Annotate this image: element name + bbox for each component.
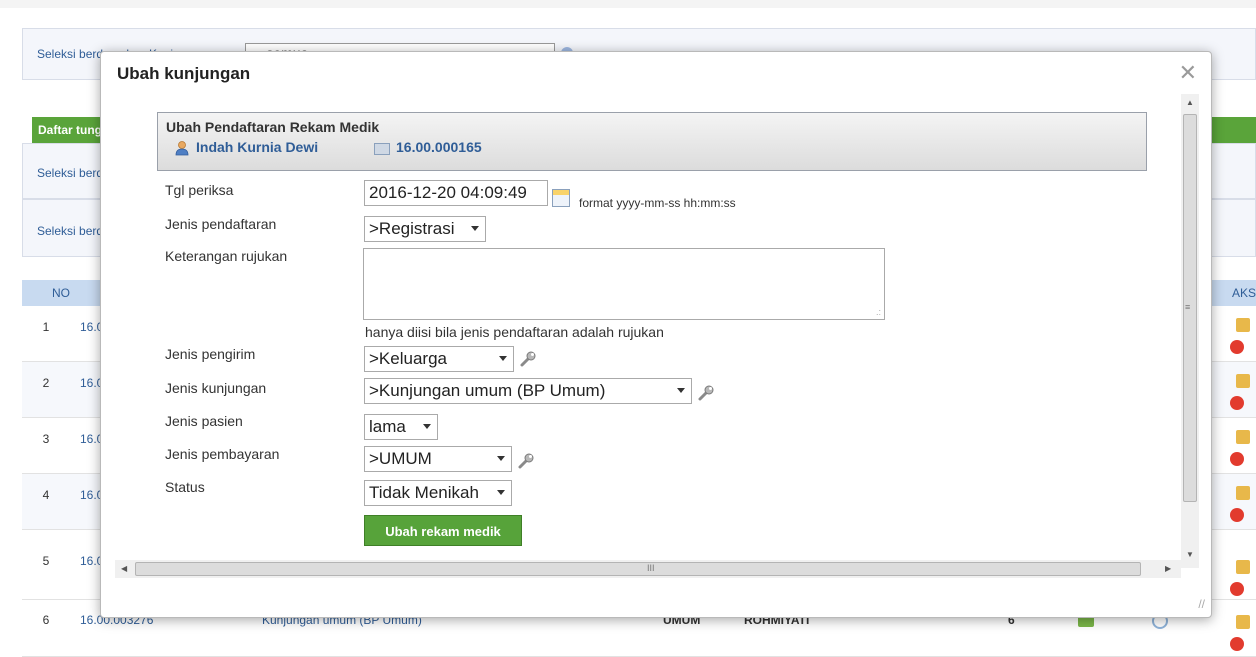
keterangan-rujukan-textarea[interactable]: .: xyxy=(363,248,885,320)
person-icon xyxy=(175,141,189,156)
date-format-hint: format yyyy-mm-ss hh:mm:ss xyxy=(579,196,736,210)
status-value: Tidak Menikah xyxy=(369,483,479,502)
jenis-kunjungan-select[interactable]: >Kunjungan umum (BP Umum) xyxy=(364,378,692,404)
dialog-content: Ubah Pendaftaran Rekam Medik Indah Kurni… xyxy=(115,94,1181,560)
jenis-kunjungan-label: Jenis kunjungan xyxy=(165,380,267,396)
tgl-periksa-label: Tgl periksa xyxy=(165,182,234,198)
jenis-pembayaran-value: >UMUM xyxy=(369,449,432,468)
edit-icon[interactable] xyxy=(1236,486,1250,500)
top-strip xyxy=(0,0,1256,8)
resize-grip-icon[interactable]: .: xyxy=(876,307,881,317)
jenis-pendaftaran-value: >Registrasi xyxy=(369,219,455,238)
delete-icon[interactable] xyxy=(1230,340,1244,354)
delete-icon[interactable] xyxy=(1230,508,1244,522)
horizontal-scroll-thumb[interactable] xyxy=(135,562,1141,576)
edit-icon[interactable] xyxy=(1236,615,1250,629)
calendar-icon[interactable] xyxy=(552,189,570,207)
jenis-kunjungan-value: >Kunjungan umum (BP Umum) xyxy=(369,381,606,400)
scroll-grip-icon: III xyxy=(647,563,655,573)
jenis-pengirim-label: Jenis pengirim xyxy=(165,346,256,362)
row-no: 3 xyxy=(42,432,50,446)
rekam-medik-title: Ubah Pendaftaran Rekam Medik xyxy=(166,119,380,135)
ubah-rekam-medik-button[interactable]: Ubah rekam medik xyxy=(364,515,522,546)
chevron-down-icon xyxy=(497,456,505,461)
status-select[interactable]: Tidak Menikah xyxy=(364,480,512,506)
page: Seleksi berdasarkan Kunjungan ==semua== … xyxy=(0,0,1256,657)
scroll-down-icon[interactable]: ▼ xyxy=(1186,550,1194,559)
rekam-medik-header: Ubah Pendaftaran Rekam Medik Indah Kurni… xyxy=(157,112,1147,171)
row-no: 4 xyxy=(42,488,50,502)
jenis-pengirim-value: >Keluarga xyxy=(369,349,447,368)
scroll-up-icon[interactable]: ▲ xyxy=(1186,98,1194,107)
tgl-periksa-input[interactable]: 2016-12-20 04:09:49 xyxy=(364,180,548,206)
column-header-no: NO xyxy=(52,286,70,300)
chevron-down-icon xyxy=(497,490,505,495)
delete-icon[interactable] xyxy=(1230,396,1244,410)
chevron-down-icon xyxy=(471,226,479,231)
scroll-grip-icon: ≡ xyxy=(1185,302,1191,312)
jenis-pasien-label: Jenis pasien xyxy=(165,413,243,429)
row-no: 5 xyxy=(42,554,50,568)
scroll-left-icon[interactable]: ◀ xyxy=(121,564,127,573)
rujukan-hint: hanya diisi bila jenis pendaftaran adala… xyxy=(365,324,664,340)
delete-icon[interactable] xyxy=(1230,637,1244,651)
filter-3-label: Seleksi berd xyxy=(37,224,104,238)
jenis-pasien-select[interactable]: lama xyxy=(364,414,438,440)
row-no: 6 xyxy=(42,613,50,627)
horizontal-scrollbar[interactable]: ◀ III ▶ xyxy=(115,560,1181,578)
jenis-pendaftaran-select[interactable]: >Registrasi xyxy=(364,216,486,242)
keterangan-rujukan-label: Keterangan rujukan xyxy=(165,248,288,264)
scroll-right-icon[interactable]: ▶ xyxy=(1165,564,1171,573)
wrench-icon[interactable] xyxy=(517,452,535,470)
chevron-down-icon xyxy=(423,424,431,429)
dialog-title: Ubah kunjungan xyxy=(117,64,251,83)
edit-icon[interactable] xyxy=(1236,318,1250,332)
close-icon[interactable]: ✕ xyxy=(1179,60,1197,86)
edit-icon[interactable] xyxy=(1236,430,1250,444)
column-header-aksi: AKSI xyxy=(1232,286,1256,300)
patient-name: Indah Kurnia Dewi xyxy=(196,139,319,155)
status-label: Status xyxy=(165,479,205,495)
vertical-scrollbar[interactable]: ▲ ≡ ▼ xyxy=(1181,94,1199,568)
chevron-down-icon xyxy=(499,356,507,361)
wrench-icon[interactable] xyxy=(697,384,715,402)
wrench-icon[interactable] xyxy=(519,350,537,368)
ubah-kunjungan-dialog: Ubah kunjungan ✕ Ubah Pendaftaran Rekam … xyxy=(100,51,1212,618)
edit-icon[interactable] xyxy=(1236,560,1250,574)
jenis-pembayaran-label: Jenis pembayaran xyxy=(165,446,280,462)
record-id: 16.00.000165 xyxy=(396,139,482,155)
chevron-down-icon xyxy=(677,388,685,393)
filter-2-label: Seleksi berd xyxy=(37,166,104,180)
delete-icon[interactable] xyxy=(1230,452,1244,466)
jenis-pengirim-select[interactable]: >Keluarga xyxy=(364,346,514,372)
id-card-icon xyxy=(374,143,390,155)
jenis-pembayaran-select[interactable]: >UMUM xyxy=(364,446,512,472)
dialog-resize-icon[interactable]: // xyxy=(1198,597,1205,611)
row-no: 1 xyxy=(42,320,50,334)
edit-icon[interactable] xyxy=(1236,374,1250,388)
jenis-pendaftaran-label: Jenis pendaftaran xyxy=(165,216,277,232)
row-no: 2 xyxy=(42,376,50,390)
delete-icon[interactable] xyxy=(1230,582,1244,596)
jenis-pasien-value: lama xyxy=(369,417,406,436)
